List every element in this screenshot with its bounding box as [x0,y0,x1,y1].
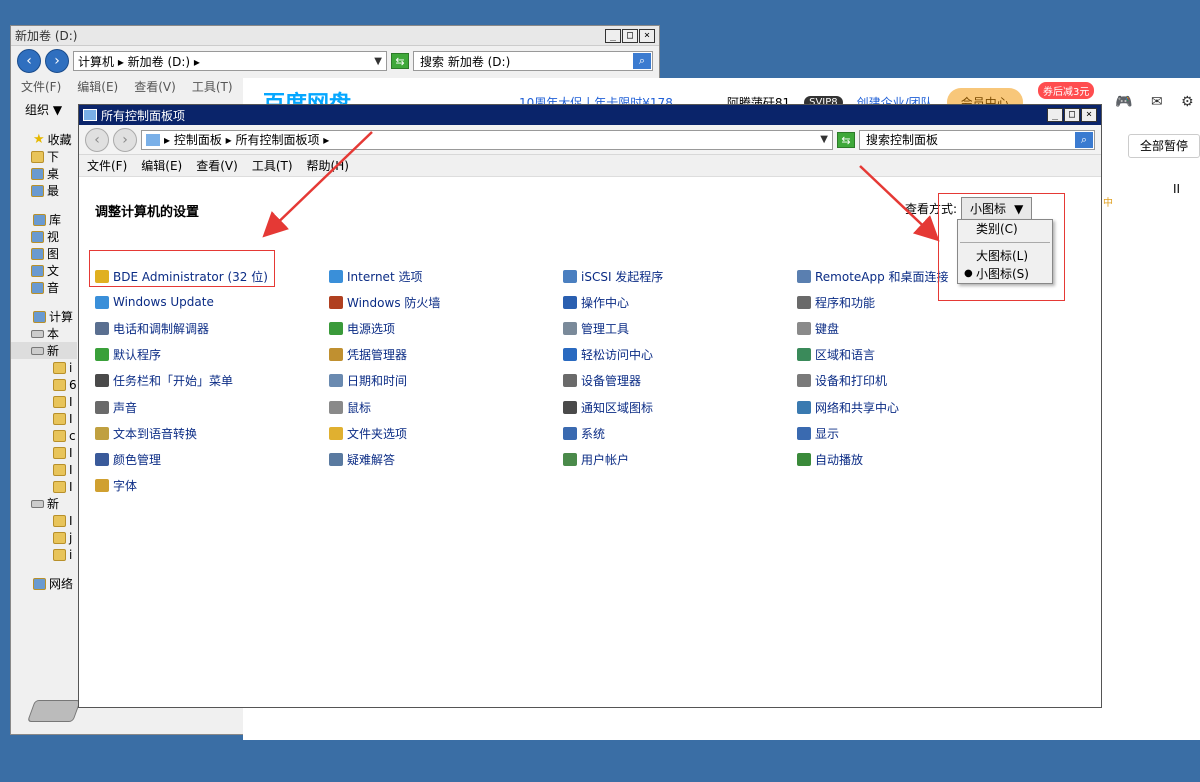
arrow-to-viewby [859,165,940,242]
annotation-arrows [262,131,940,242]
arrow-to-bde [262,131,373,238]
